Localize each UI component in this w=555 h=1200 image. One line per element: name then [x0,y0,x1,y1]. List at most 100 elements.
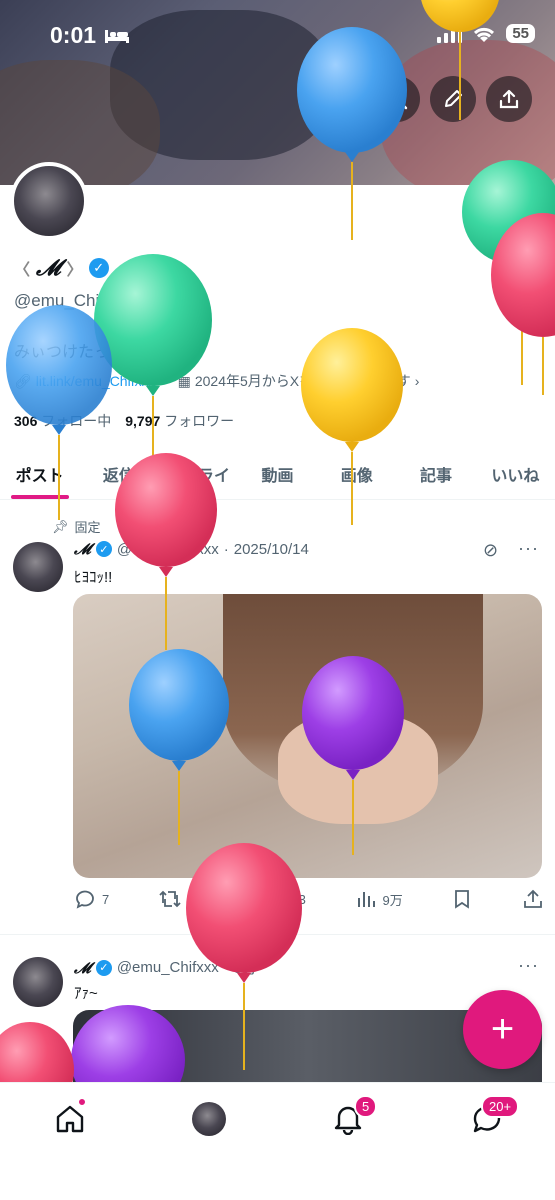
wing-right-icon: 〉 [66,262,83,279]
post-author-handle[interactable]: @emu_Chifxxx [117,959,219,976]
post-text: ﾋﾖｺｯ!! [74,569,113,586]
grok-button[interactable] [319,76,365,122]
following-label: フォロー中 [41,413,112,429]
post-text: ｱｧ~ [74,985,98,1002]
profile-link[interactable]: lit.link/emu_Chifxxx [36,373,156,389]
balloon [94,254,212,480]
post-author-name[interactable]: 𝓜 [74,540,91,558]
dot-separator: · [223,959,229,976]
tab-posts[interactable]: ポスト [0,450,79,499]
search-icon [386,88,408,110]
edit-button[interactable] [430,76,476,122]
verified-badge-icon[interactable]: ✓ [88,258,109,278]
chevron-right-icon: › [414,373,420,389]
like-count: 1113 [278,891,306,907]
verified-badge-icon: ✓ [95,541,112,557]
nav-messages[interactable]: 20+ [469,1095,520,1137]
media-shape [278,714,438,824]
views-button[interactable]: 9万 [355,888,403,910]
post-avatar[interactable] [13,957,63,1007]
home-icon [56,1105,84,1133]
followers-count: 9,797 [125,413,161,429]
grok-icon [333,90,351,108]
share-icon [524,889,542,908]
post-media[interactable] [73,594,542,878]
reply-icon [76,890,94,909]
post-author-handle[interactable]: @emu_Chifxxx [117,541,219,558]
plus-icon: + [490,1007,515,1051]
share-icon [499,89,519,109]
pencil-icon [445,90,462,107]
nav-home[interactable] [52,1097,88,1137]
bed-icon [105,29,130,43]
verified-badge-icon: ✓ [95,959,112,976]
repost-count: 12 [187,891,203,907]
grok-icon[interactable]: ⊘ [483,540,499,561]
views-icon [357,892,375,907]
post-actions: 7 12 1113 9万 [74,888,544,910]
tab-articles[interactable]: 記事 [396,450,475,499]
status-time: 0:01 [50,22,97,48]
post-header: 𝓜 ✓ @emu_Chifxxx · 2025/10/14 [74,540,309,558]
tab-likes[interactable]: いいね [476,450,555,499]
repost-button[interactable]: 12 [158,888,202,910]
status-right: 55 [436,24,535,43]
profile-handle: @emu_Chifxxx [14,291,130,310]
home-notification-dot [77,1097,87,1107]
post-time[interactable]: 2025/10/14 [234,541,309,558]
share-button[interactable] [486,76,532,122]
post-time[interactable]: 8分 [234,957,257,978]
profile-link-group[interactable]: 🔗︎ lit.link/emu_Chifxxx [14,373,156,390]
followers-stat[interactable]: 9,797 フォロワー [125,411,234,431]
profile-joined-group[interactable]: ▦ 2024年5月からXを利用しています › [178,371,420,391]
tab-videos[interactable]: 動画 [238,450,317,499]
wing-left-icon: 〈 [14,262,31,279]
view-count: 9万 [382,892,403,908]
balloon [491,213,555,395]
post-avatar[interactable] [13,542,63,592]
status-bar: 0:01 55 [0,22,555,52]
post-author-name[interactable]: 𝓜 [74,959,91,977]
nav-notifications[interactable]: 5 [330,1095,378,1137]
pinned-label: 固定 [74,520,101,535]
tab-replies[interactable]: 返信 [79,450,158,499]
dot-separator: · [223,540,229,558]
compose-button[interactable]: + [463,990,542,1069]
status-time-group: 0:01 [50,22,130,49]
profile-name-row: 〈 𝓜 〉 ✓ [14,255,109,281]
heart-icon [251,888,272,909]
post-header: 𝓜 ✓ @emu_Chifxxx · 8分 [74,957,257,978]
more-options-icon[interactable]: ··· [518,538,539,559]
reply-count: 7 [102,891,110,907]
like-button[interactable]: 1113 [251,888,306,910]
link-icon: 🔗︎ [14,372,32,389]
follow-stats: 306 フォロー中 9,797 フォロワー [14,411,234,431]
share-post-button[interactable] [522,888,544,910]
profile-bio: みぃつけたっ!! [14,344,119,361]
battery-indicator: 55 [506,24,535,43]
wifi-icon [474,27,495,42]
pinned-indicator: 📌︎ 固定 [52,517,101,536]
following-count: 306 [14,413,38,429]
notifications-badge: 5 [354,1095,378,1118]
more-options-icon[interactable]: ··· [518,955,539,976]
tab-images[interactable]: 画像 [317,450,396,499]
search-button[interactable] [374,76,420,122]
balloon [462,160,555,385]
nav-avatar [192,1102,226,1136]
reply-button[interactable]: 7 [74,888,109,910]
profile-avatar[interactable] [10,162,88,240]
calendar-icon: ▦ [177,372,191,389]
bookmark-icon [455,890,470,909]
tab-highlights[interactable]: ハイライト [159,450,238,509]
signal-icon [437,24,463,43]
profile-joined: 2024年5月からXを利用しています [194,373,411,389]
profile-meta: 🔗︎ lit.link/emu_Chifxxx ▦ 2024年5月からXを利用し… [14,371,419,391]
nav-profile[interactable] [191,1101,227,1137]
pin-icon: 📌︎ [52,518,69,534]
profile-display-name: 𝓜 [36,255,61,281]
post-divider [0,934,555,935]
repost-icon [159,890,181,908]
bookmark-button[interactable] [451,888,473,910]
following-stat[interactable]: 306 フォロー中 [14,411,111,431]
